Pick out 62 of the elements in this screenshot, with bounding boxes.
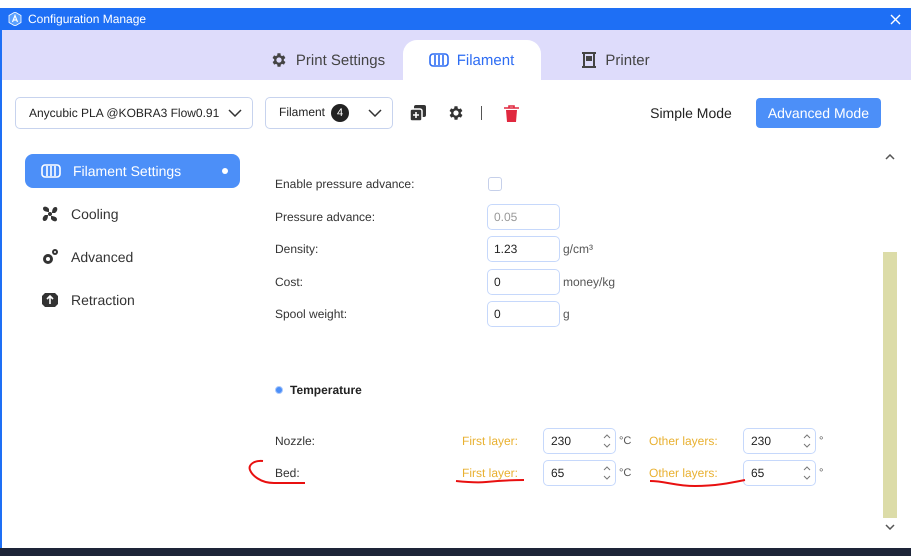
setting-label: Density:: [275, 242, 320, 256]
field-label: Other layers:: [649, 434, 718, 448]
number-field[interactable]: 1.23: [487, 236, 560, 262]
tab[interactable]: Printer: [540, 40, 690, 80]
unit-label: money/kg: [563, 274, 616, 289]
scroll-up-icon[interactable]: [885, 154, 895, 160]
filter-dropdown[interactable]: Filament 4: [265, 97, 393, 129]
gears-icon: [41, 248, 59, 266]
tab[interactable]: Print Settings: [252, 40, 402, 80]
count-badge: 4: [331, 104, 350, 122]
tab[interactable]: Filament: [402, 40, 540, 80]
spinner-arrows-icon[interactable]: [603, 465, 611, 482]
copy-plus-icon: [409, 104, 427, 122]
spinner-arrows-icon[interactable]: [803, 432, 811, 449]
preset-dropdown[interactable]: Anycubic PLA @KOBRA3 Flow0.91: [15, 97, 253, 129]
settings-icon: [447, 104, 465, 122]
number-spinner[interactable]: 65: [743, 460, 816, 486]
unit-label: g/cm³: [563, 242, 593, 256]
setting-label: Nozzle:: [275, 434, 316, 448]
hand-drawn-bracket: [248, 460, 308, 486]
caret-icon: [228, 109, 242, 117]
setting-label: Bed:: [275, 466, 300, 480]
fan-icon: [41, 205, 59, 223]
mode-button[interactable]: Simple Mode: [638, 98, 744, 128]
section-title: Temperature: [290, 382, 362, 396]
spool-icon: [41, 164, 61, 178]
field-label: Other layers:: [649, 466, 718, 480]
unit-label: °: [819, 467, 824, 480]
unit-label: °C: [619, 434, 632, 447]
scrollbar-thumb[interactable]: [883, 252, 897, 518]
printer-frame-icon: [581, 52, 598, 68]
setting-label: Pressure advance:: [275, 210, 376, 224]
unit-label: °: [819, 434, 824, 447]
scroll-down-icon[interactable]: [885, 524, 895, 530]
retraction-icon: [41, 291, 59, 309]
sidebar-item[interactable]: Retraction: [25, 283, 240, 317]
unit-label: °C: [619, 467, 632, 480]
trash-icon: [504, 104, 519, 122]
number-spinner[interactable]: 65: [543, 460, 616, 486]
number-spinner[interactable]: 230: [743, 428, 816, 454]
app-logo-icon: [8, 12, 22, 26]
window-title: Configuration Manage: [28, 12, 148, 26]
spinner-arrows-icon[interactable]: [803, 465, 811, 482]
setting-label: Spool weight:: [275, 307, 348, 322]
setting-label: Enable pressure advance:: [275, 177, 416, 192]
unit-label: g: [563, 307, 570, 322]
hand-drawn-underline: [455, 478, 525, 484]
field-label: First layer:: [462, 434, 518, 448]
number-field[interactable]: 0: [487, 301, 560, 328]
gear-icon: [270, 51, 288, 69]
spinner-arrows-icon[interactable]: [603, 432, 611, 449]
spool-icon: [428, 53, 449, 67]
number-spinner[interactable]: 230: [543, 428, 616, 454]
sidebar-item[interactable]: Advanced: [25, 240, 240, 274]
sidebar-item[interactable]: Cooling: [25, 197, 240, 231]
checkbox[interactable]: [488, 177, 502, 192]
caret-icon: [368, 109, 382, 117]
close-icon: [890, 14, 901, 24]
number-field[interactable]: 0: [487, 268, 560, 295]
setting-label: Cost:: [275, 274, 304, 289]
field-label: First layer:: [462, 466, 518, 480]
section-bullet-icon: [275, 386, 283, 394]
